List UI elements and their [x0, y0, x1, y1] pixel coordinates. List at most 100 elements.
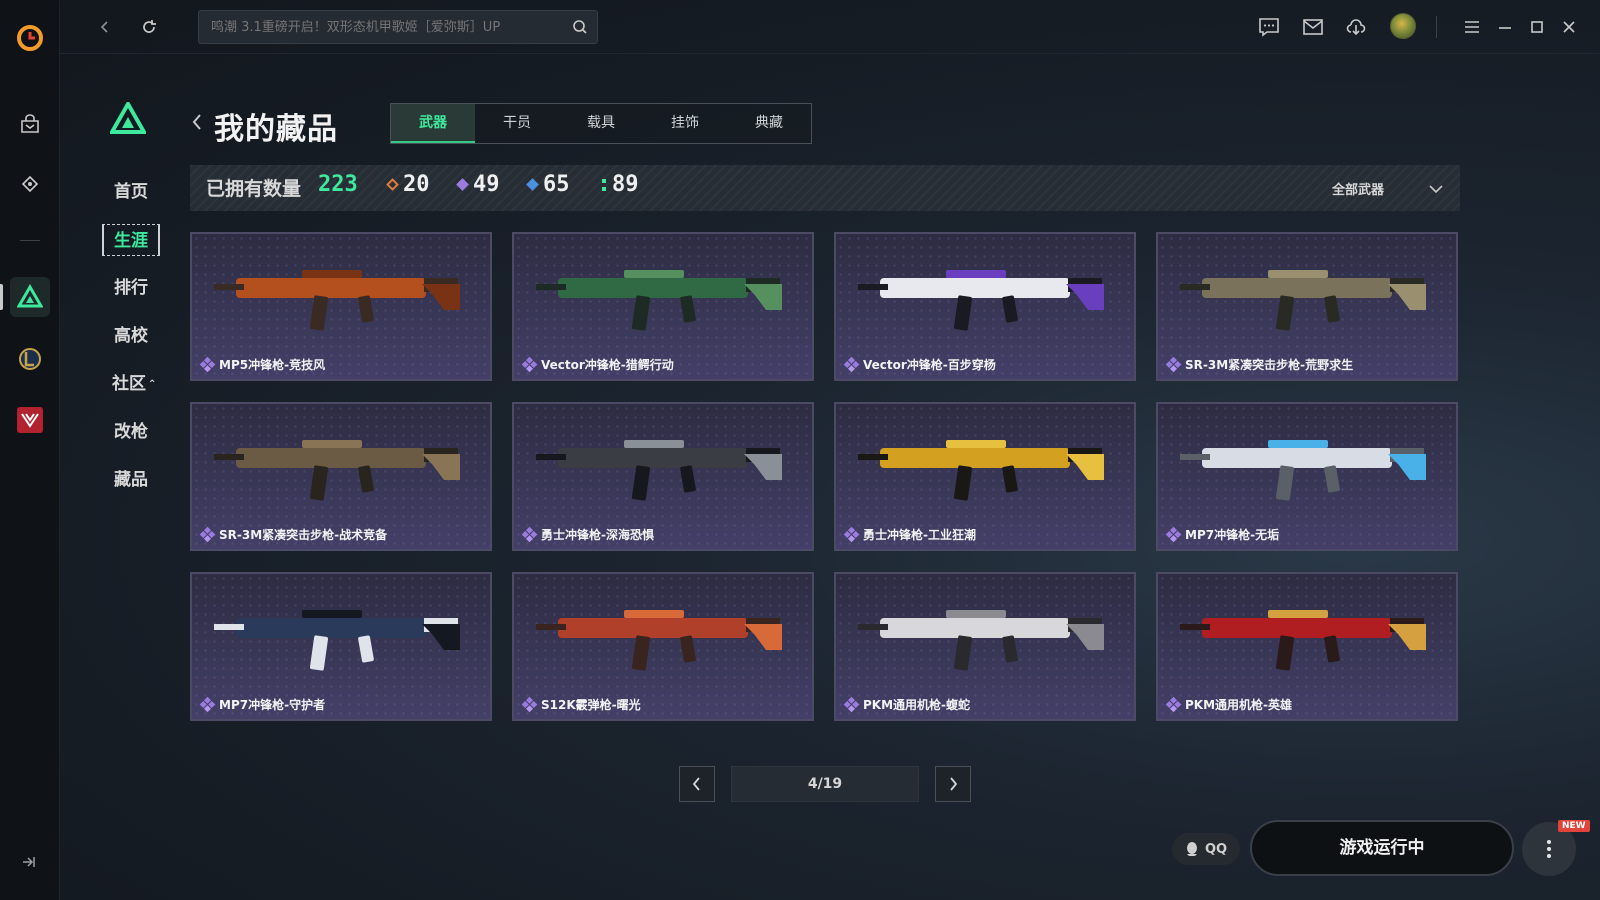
skin-card-label: SR-3M紧凑突击步枪-荒野求生 — [1168, 356, 1353, 373]
gun-part — [309, 465, 329, 501]
weapon-image — [858, 440, 1104, 501]
skin-card[interactable]: MP7冲锋枪-无垢 — [1156, 402, 1458, 551]
weapon-filter-dropdown[interactable]: 全部武器 — [1332, 165, 1444, 211]
qq-button[interactable]: QQ — [1172, 833, 1240, 865]
new-badge: NEW — [1558, 820, 1590, 832]
rarity-purple-icon — [1166, 697, 1182, 713]
rarity-purple-icon — [844, 697, 860, 713]
stat-purple-value: 49 — [473, 172, 500, 197]
tab-charms[interactable]: 挂饰 — [643, 104, 727, 143]
game-tag-icon[interactable] — [10, 164, 50, 204]
weapon-image — [536, 270, 782, 331]
skin-card[interactable]: MP7冲锋枪-守护者 — [190, 572, 492, 721]
skin-name: MP5冲锋枪-竞技风 — [219, 358, 326, 372]
tab-weapons[interactable]: 武器 — [391, 104, 475, 143]
skin-card-label: MP5冲锋枪-竞技风 — [202, 356, 325, 373]
skin-card[interactable]: PKM通用机枪-英雄 — [1156, 572, 1458, 721]
prev-page-button[interactable] — [679, 766, 715, 802]
gun-part — [624, 440, 684, 448]
tab-collectibles[interactable]: 典藏 — [727, 104, 811, 143]
stat-gold-value: 20 — [403, 172, 430, 197]
skin-card-label: Vector冲锋枪-百步穿杨 — [846, 356, 996, 373]
delta-force-game-icon[interactable] — [10, 277, 50, 317]
gun-part — [1388, 624, 1426, 650]
app-logo-icon[interactable] — [10, 18, 50, 58]
gun-part — [744, 624, 782, 650]
nav-item-collection[interactable]: 藏品 — [102, 464, 160, 496]
tab-operators[interactable]: 干员 — [475, 104, 559, 143]
nav-item-community[interactable]: 社区 ⌃ — [112, 368, 156, 400]
tab-vehicles[interactable]: 载具 — [559, 104, 643, 143]
skin-card[interactable]: Vector冲锋枪-百步穿杨 — [834, 232, 1136, 381]
gun-part — [1180, 454, 1210, 460]
skin-card-label: PKM通用机枪-英雄 — [1168, 696, 1292, 713]
search-icon[interactable] — [563, 10, 597, 44]
skin-card[interactable]: SR-3M紧凑突击步枪-战术竞备 — [190, 402, 492, 551]
user-avatar[interactable] — [1390, 13, 1416, 39]
nav-item-ranking[interactable]: 排行 — [102, 272, 160, 304]
nav-item-gunsmith[interactable]: 改枪 — [102, 416, 160, 448]
skin-card[interactable]: SR-3M紧凑突击步枪-荒野求生 — [1156, 232, 1458, 381]
skin-card[interactable]: 勇士冲锋枪-深海恐惧 — [512, 402, 814, 551]
gun-part — [422, 454, 460, 480]
skin-card[interactable]: S12K霰弹枪-曙光 — [512, 572, 814, 721]
stat-gold: 20 — [386, 172, 430, 197]
top-bar — [60, 0, 1600, 54]
delta-force-logo — [108, 99, 148, 138]
mail-icon[interactable] — [1298, 12, 1328, 42]
download-icon[interactable] — [1341, 12, 1371, 42]
minimize-icon[interactable] — [1490, 12, 1520, 42]
nav-item-college[interactable]: 高校 — [102, 320, 160, 352]
game-running-button[interactable]: 游戏运行中 — [1250, 820, 1514, 876]
gun-part — [624, 270, 684, 278]
nav-item-home[interactable]: 首页 — [102, 176, 160, 208]
page-indicator[interactable]: 4/19 — [731, 766, 919, 802]
nav-item-career[interactable]: 生涯 — [102, 224, 160, 256]
gun-part — [858, 454, 888, 460]
rarity-purple-icon — [522, 697, 538, 713]
maximize-icon[interactable] — [1522, 12, 1552, 42]
gun-part — [536, 284, 566, 290]
valorant-game-icon[interactable] — [10, 400, 50, 440]
chat-icon[interactable] — [1254, 12, 1284, 42]
gun-part — [680, 465, 696, 493]
gun-part — [744, 454, 782, 480]
gun-part — [1268, 440, 1328, 448]
weapon-image — [214, 270, 460, 331]
gun-part — [1202, 618, 1392, 638]
chevron-down-icon — [1428, 179, 1444, 198]
skin-name: PKM通用机枪-蝮蛇 — [863, 698, 971, 712]
weapon-filter-label: 全部武器 — [1331, 182, 1384, 198]
rarity-purple-icon — [456, 178, 469, 191]
skin-card[interactable]: PKM通用机枪-蝮蛇 — [834, 572, 1136, 721]
menu-icon[interactable] — [1457, 12, 1487, 42]
rarity-purple-icon — [844, 357, 860, 373]
skin-card[interactable]: 勇士冲锋枪-工业狂潮 — [834, 402, 1136, 551]
gun-part — [1388, 284, 1426, 310]
skin-card[interactable]: Vector冲锋枪-猎鳄行动 — [512, 232, 814, 381]
refresh-button[interactable] — [134, 12, 164, 42]
weapon-image — [214, 440, 460, 501]
search-input[interactable] — [199, 19, 563, 35]
close-icon[interactable] — [1554, 12, 1584, 42]
gun-part — [1202, 278, 1392, 298]
qq-penguin-icon — [1186, 842, 1197, 856]
next-page-button[interactable] — [935, 766, 971, 802]
back-chevron-icon[interactable] — [190, 112, 204, 136]
rarity-purple-icon — [1166, 527, 1182, 543]
skin-name: Vector冲锋枪-百步穿杨 — [863, 358, 996, 372]
gun-part — [558, 618, 748, 638]
store-bag-icon[interactable] — [10, 104, 50, 144]
expand-sidebar-icon[interactable] — [20, 853, 38, 875]
rarity-purple-icon — [200, 697, 216, 713]
owned-stats-bar: 已拥有数量 223 20 49 65 89 全部武器 — [190, 165, 1460, 211]
gun-part — [744, 284, 782, 310]
gun-part — [1202, 448, 1392, 468]
gun-part — [946, 440, 1006, 448]
gun-part — [953, 465, 973, 501]
skin-card[interactable]: MP5冲锋枪-竞技风 — [190, 232, 492, 381]
gun-part — [1268, 270, 1328, 278]
gun-part — [214, 624, 244, 630]
back-nav-button[interactable] — [90, 12, 120, 42]
league-game-icon[interactable] — [10, 339, 50, 379]
